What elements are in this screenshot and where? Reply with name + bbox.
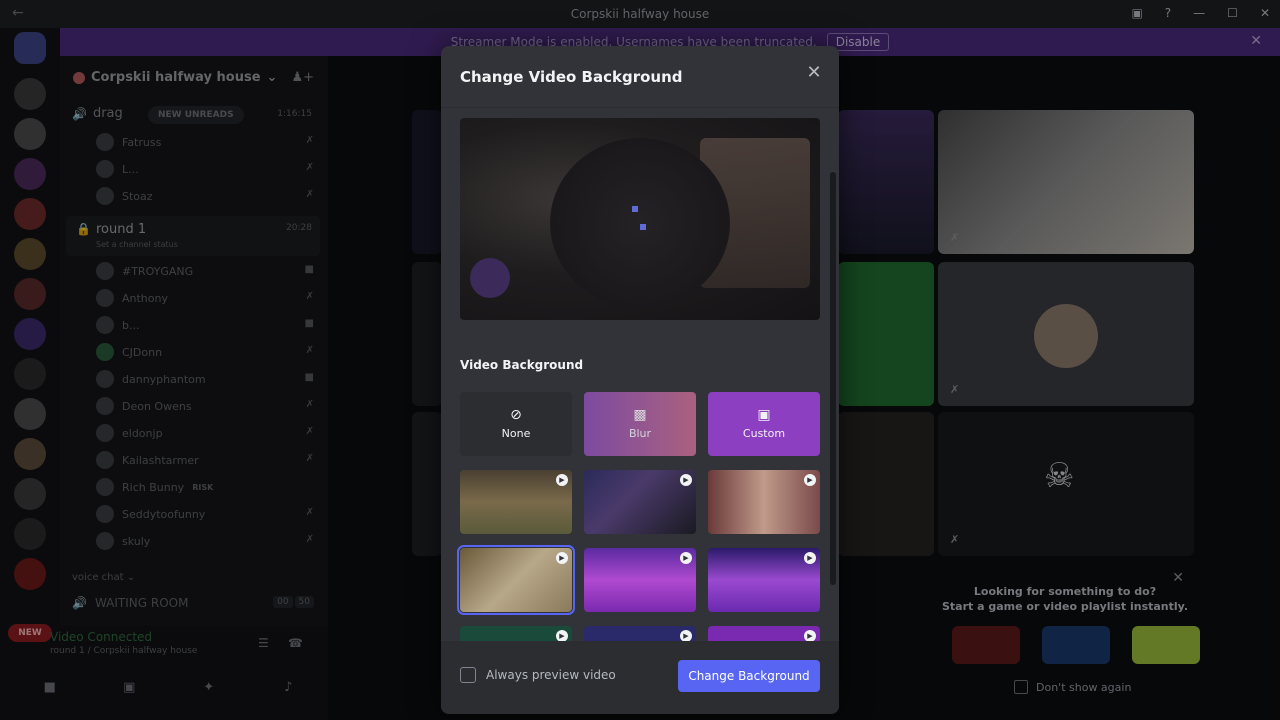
modal-body: Video Background ⊘ None ▩ Blur ▣ Custom … [441, 108, 839, 641]
always-preview-label: Always preview video [486, 668, 616, 682]
modal-footer: Always preview video Change Background [441, 641, 839, 714]
background-thumbnail[interactable]: ▶ [708, 548, 820, 612]
video-preview [460, 118, 820, 320]
play-icon: ▶ [680, 474, 692, 486]
option-label: None [501, 427, 531, 440]
preview-marker [632, 206, 638, 212]
add-image-icon: ▣ [757, 407, 771, 423]
modal-title: Change Video Background [460, 68, 683, 86]
blur-icon: ▩ [633, 407, 647, 423]
play-icon: ▶ [556, 552, 568, 564]
play-icon: ▶ [804, 474, 816, 486]
change-video-background-modal: Change Video Background ✕ Video Backgrou… [441, 46, 839, 714]
background-custom-option[interactable]: ▣ Custom [708, 392, 820, 456]
background-thumbnail[interactable]: ▶ [584, 548, 696, 612]
modal-scrollbar[interactable] [830, 172, 836, 585]
play-icon: ▶ [556, 474, 568, 486]
background-thumbnail-selected[interactable]: ▶ [457, 545, 575, 615]
play-icon: ▶ [804, 552, 816, 564]
background-thumbnail[interactable]: ▶ [584, 626, 696, 641]
background-thumbnail[interactable]: ▶ [708, 626, 820, 641]
play-icon: ▶ [680, 552, 692, 564]
modal-header: Change Video Background ✕ [441, 46, 839, 108]
prohibited-icon: ⊘ [510, 407, 522, 423]
preview-object [470, 258, 510, 298]
background-thumbnail[interactable]: ▶ [584, 470, 696, 534]
change-background-button[interactable]: Change Background [678, 660, 820, 692]
option-label: Custom [742, 427, 786, 440]
background-none-option[interactable]: ⊘ None [460, 392, 572, 456]
play-icon: ▶ [680, 630, 692, 641]
background-blur-option[interactable]: ▩ Blur [584, 392, 696, 456]
scrollbar-thumb[interactable] [830, 172, 836, 585]
background-thumbnail[interactable]: ▶ [460, 626, 572, 641]
background-thumbnail[interactable]: ▶ [460, 470, 572, 534]
play-icon: ▶ [556, 630, 568, 641]
close-icon[interactable]: ✕ [803, 62, 825, 84]
preview-subject [550, 138, 730, 308]
option-label: Blur [628, 427, 652, 440]
preview-marker [640, 224, 646, 230]
background-thumbnail[interactable]: ▶ [708, 470, 820, 534]
section-label: Video Background [460, 358, 584, 372]
play-icon: ▶ [804, 630, 816, 641]
checkbox-icon [460, 667, 476, 683]
always-preview-checkbox[interactable]: Always preview video [460, 667, 616, 683]
